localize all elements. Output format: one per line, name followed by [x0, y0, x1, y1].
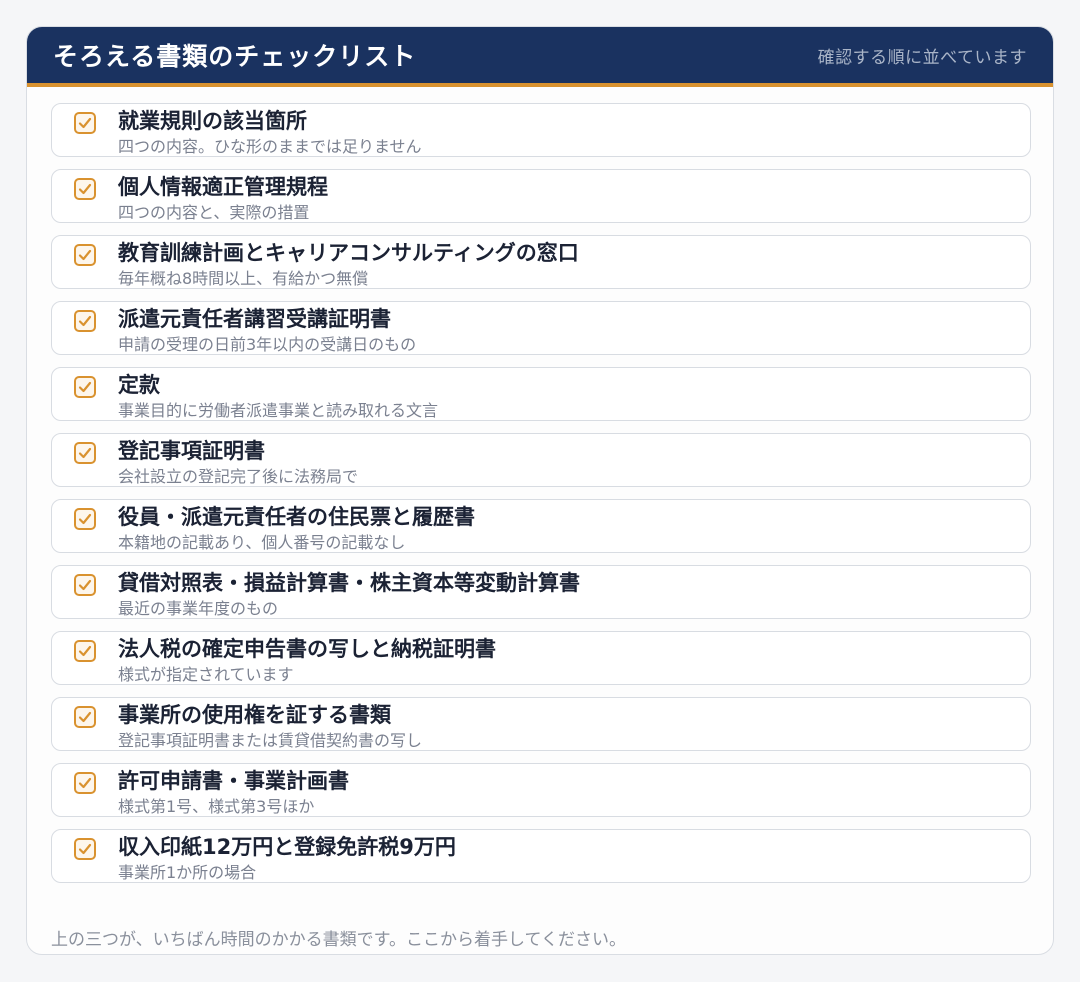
list-item[interactable]: 収入印紙12万円と登録免許税9万円事業所1か所の場合: [51, 829, 1031, 883]
item-title: 派遣元責任者講習受講証明書: [118, 307, 391, 331]
list-item[interactable]: 就業規則の該当箇所四つの内容。ひな形のままでは足りません: [51, 103, 1031, 157]
item-title: 貸借対照表・損益計算書・株主資本等変動計算書: [118, 571, 580, 595]
checkbox-checked-icon[interactable]: [74, 772, 96, 794]
page-title: そろえる書類のチェックリスト: [53, 42, 417, 71]
footer-note: 上の三つが、いちばん時間のかかる書類です。ここから着手してください。: [51, 930, 626, 950]
item-title: 許可申請書・事業計画書: [118, 769, 349, 793]
checkbox-checked-icon[interactable]: [74, 178, 96, 200]
checkbox-checked-icon[interactable]: [74, 706, 96, 728]
item-note: 様式第1号、様式第3号ほか: [118, 797, 315, 816]
item-note: 四つの内容。ひな形のままでは足りません: [118, 137, 422, 156]
item-title: 教育訓練計画とキャリアコンサルティングの窓口: [118, 241, 579, 265]
header-subtitle: 確認する順に並べています: [817, 47, 1027, 68]
item-title: 役員・派遣元責任者の住民票と履歴書: [118, 505, 475, 529]
list-item[interactable]: 個人情報適正管理規程四つの内容と、実際の措置: [51, 169, 1031, 223]
item-title: 定款: [118, 373, 160, 397]
checkbox-checked-icon[interactable]: [74, 244, 96, 266]
checklist-card: そろえる書類のチェックリスト 確認する順に並べています 就業規則の該当箇所四つの…: [26, 26, 1054, 955]
list-item[interactable]: 法人税の確定申告書の写しと納税証明書様式が指定されています: [51, 631, 1031, 685]
checklist: 就業規則の該当箇所 四つの内容。ひな形のままでは足りません 個人情報適正管理規程 四つ…: [51, 103, 1031, 895]
item-title: 事業所の使用権を証する書類: [118, 703, 391, 727]
checkbox-checked-icon[interactable]: [74, 508, 96, 530]
item-title: 法人税の確定申告書の写しと納税証明書: [118, 637, 496, 661]
item-note: 本籍地の記載あり、個人番号の記載なし: [118, 533, 406, 552]
checkbox-checked-icon[interactable]: [74, 376, 96, 398]
list-item[interactable]: 定款事業目的に労働者派遣事業と読み取れる文言: [51, 367, 1031, 421]
list-item[interactable]: 許可申請書・事業計画書様式第1号、様式第3号ほか: [51, 763, 1031, 817]
list-item[interactable]: 役員・派遣元責任者の住民票と履歴書本籍地の記載あり、個人番号の記載なし: [51, 499, 1031, 553]
item-note: 会社設立の登記完了後に法務局で: [118, 467, 359, 486]
item-note: 様式が指定されています: [118, 665, 294, 684]
item-note: 最近の事業年度のもの: [118, 599, 279, 618]
list-item[interactable]: 教育訓練計画とキャリアコンサルティングの窓口毎年概ね8時間以上、有給かつ無償: [51, 235, 1031, 289]
checkbox-checked-icon[interactable]: [74, 310, 96, 332]
checkbox-checked-icon[interactable]: [74, 112, 96, 134]
list-item[interactable]: 事業所の使用権を証する書類登記事項証明書または賃貸借契約書の写し: [51, 697, 1031, 751]
item-title: 収入印紙12万円と登録免許税9万円: [118, 835, 456, 859]
item-note: 事業所1か所の場合: [118, 863, 257, 882]
item-note: 四つの内容と、実際の措置: [118, 203, 310, 222]
checkbox-checked-icon[interactable]: [74, 838, 96, 860]
item-note: 申請の受理の日前3年以内の受講日のもの: [118, 335, 417, 354]
list-item[interactable]: 登記事項証明書会社設立の登記完了後に法務局で: [51, 433, 1031, 487]
item-title: 登記事項証明書: [118, 439, 265, 463]
checkbox-checked-icon[interactable]: [74, 574, 96, 596]
checkbox-checked-icon[interactable]: [74, 640, 96, 662]
item-title: 個人情報適正管理規程: [118, 175, 328, 199]
list-item[interactable]: 派遣元責任者講習受講証明書申請の受理の日前3年以内の受講日のもの: [51, 301, 1031, 355]
checklist-header: そろえる書類のチェックリスト 確認する順に並べています: [27, 27, 1053, 87]
item-note: 事業目的に労働者派遣事業と読み取れる文言: [118, 401, 439, 420]
item-title: 就業規則の該当箇所: [118, 109, 307, 133]
list-item[interactable]: 貸借対照表・損益計算書・株主資本等変動計算書最近の事業年度のもの: [51, 565, 1031, 619]
item-note: 登記事項証明書または賃貸借契約書の写し: [118, 731, 423, 750]
item-note: 毎年概ね8時間以上、有給かつ無償: [118, 269, 369, 288]
checkbox-checked-icon[interactable]: [74, 442, 96, 464]
